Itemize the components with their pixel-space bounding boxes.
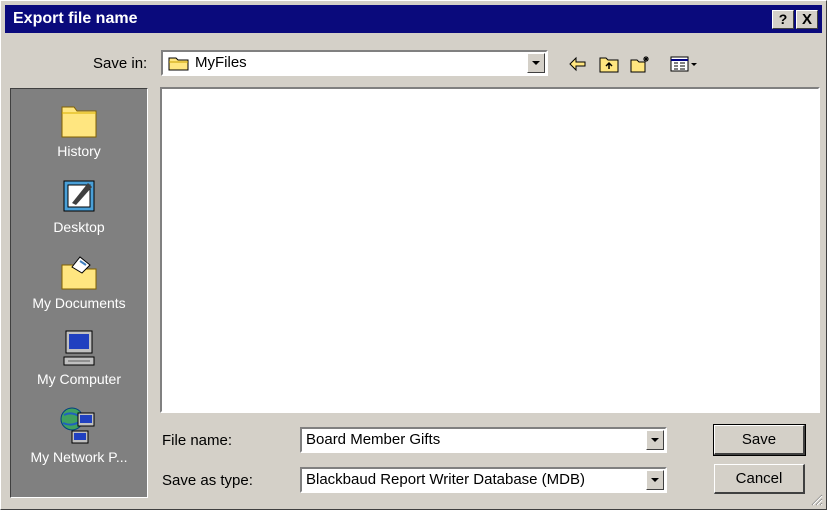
- save-in-combo[interactable]: MyFiles: [161, 50, 548, 76]
- save-as-type-dropdown-button[interactable]: [646, 470, 664, 490]
- save-in-dropdown-button[interactable]: [527, 53, 545, 73]
- history-folder-icon: [61, 106, 97, 138]
- dialog-title: Export file name: [13, 10, 138, 27]
- place-label-my-documents: My Documents: [32, 295, 126, 311]
- save-in-label: Save in:: [93, 55, 148, 72]
- save-in-value: MyFiles: [195, 54, 247, 71]
- file-name-label: File name:: [162, 432, 233, 449]
- network-places-icon: [60, 407, 95, 444]
- place-my-computer[interactable]: My Computer: [11, 327, 147, 387]
- my-documents-folder-icon: [61, 256, 97, 290]
- view-menu-icon[interactable]: [670, 54, 700, 74]
- place-label-my-computer: My Computer: [36, 371, 122, 387]
- chevron-down-icon: [532, 61, 540, 65]
- close-button[interactable]: X: [796, 9, 818, 29]
- folder-icon: [168, 57, 189, 71]
- title-bar: Export file name ? X: [5, 5, 822, 33]
- place-my-network[interactable]: My Network P...: [11, 405, 147, 465]
- file-name-input[interactable]: Board Member Gifts: [306, 431, 440, 448]
- chevron-down-icon: [651, 438, 659, 442]
- desktop-icon: [63, 180, 95, 212]
- place-history[interactable]: History: [11, 99, 147, 159]
- places-bar: History Desktop My Documents My Computer…: [10, 88, 148, 498]
- help-button[interactable]: ?: [772, 9, 794, 29]
- back-arrow-icon[interactable]: [567, 54, 589, 74]
- cancel-button[interactable]: Cancel: [714, 464, 805, 494]
- place-my-documents[interactable]: My Documents: [11, 251, 147, 311]
- chevron-down-icon: [651, 478, 659, 482]
- place-label-history: History: [57, 143, 101, 159]
- place-label-desktop: Desktop: [53, 219, 105, 235]
- file-name-dropdown-button[interactable]: [646, 430, 664, 450]
- save-as-type-value: Blackbaud Report Writer Database (MDB): [306, 471, 585, 488]
- save-as-type-label: Save as type:: [162, 472, 253, 489]
- file-list[interactable]: [160, 87, 820, 413]
- new-folder-icon[interactable]: [629, 54, 651, 74]
- save-button[interactable]: Save: [713, 424, 806, 456]
- place-desktop[interactable]: Desktop: [11, 175, 147, 235]
- export-dialog: Export file name ? X Save in: MyFiles Hi…: [0, 0, 827, 510]
- save-as-type-combo[interactable]: Blackbaud Report Writer Database (MDB): [300, 467, 667, 493]
- computer-icon: [63, 330, 95, 366]
- resize-grip-icon[interactable]: [811, 494, 823, 506]
- file-name-combo[interactable]: Board Member Gifts: [300, 427, 667, 453]
- up-one-level-icon[interactable]: [598, 54, 620, 74]
- place-label-my-network: My Network P...: [30, 449, 128, 465]
